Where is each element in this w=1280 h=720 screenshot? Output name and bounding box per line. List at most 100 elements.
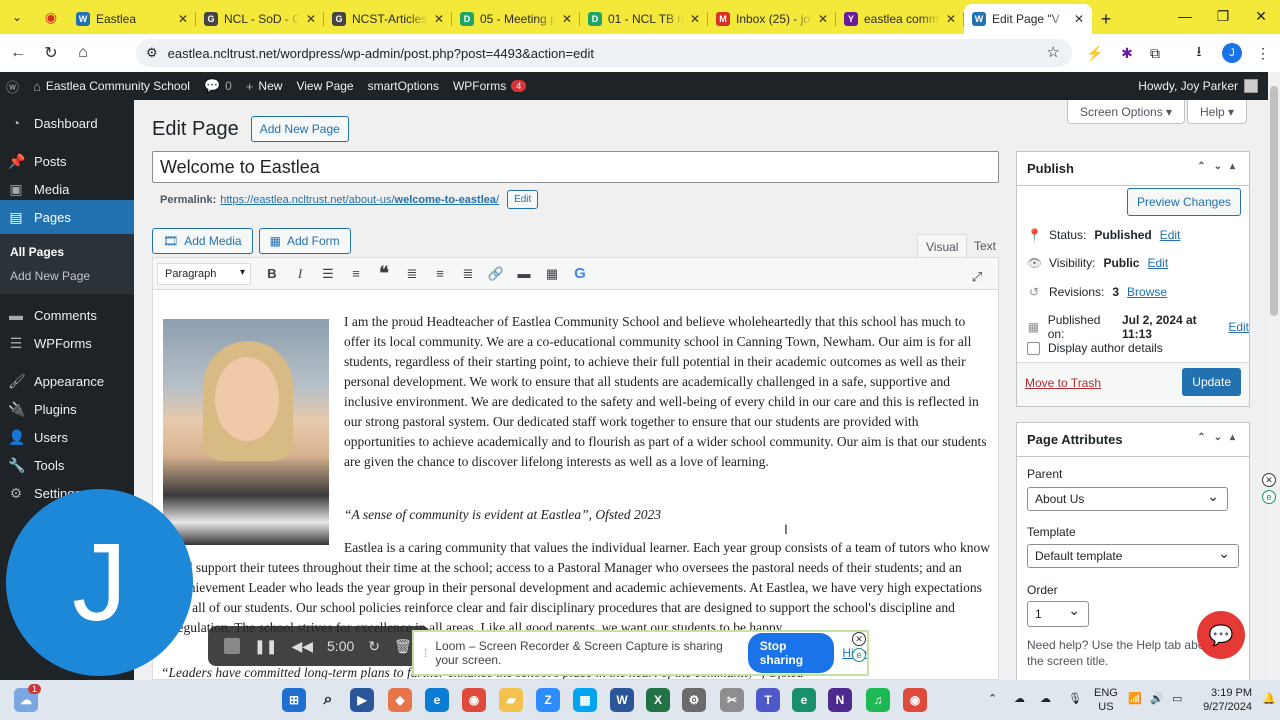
permalink-edit-button[interactable]: Edit	[507, 190, 539, 209]
content-editor[interactable]: Paragraph B I ☰ ≡ ❝ ≣ ≡ ≣ 🔗 ▬ ▦ G ⤢ I am…	[152, 257, 999, 680]
update-button[interactable]: Update	[1182, 368, 1241, 396]
move-to-trash-link[interactable]: Move to Trash	[1025, 376, 1101, 390]
permalink-link[interactable]: https://eastlea.ncltrust.net/about-us/we…	[220, 194, 499, 206]
settings-icon[interactable]: ⚙	[682, 688, 706, 712]
browser-tab[interactable]: Yeastlea commu ✕	[836, 4, 964, 34]
profile-avatar[interactable]: J	[1222, 43, 1242, 63]
loom-icon[interactable]: e	[1262, 490, 1276, 504]
browser-tab[interactable]: G NCL - SoD - Go ✕	[196, 4, 324, 34]
status-edit-link[interactable]: Edit	[1160, 228, 1181, 242]
browser-tab[interactable]: W Edit Page "V ✕	[964, 4, 1092, 34]
wordpress-logo-icon[interactable]: ⓦ	[6, 77, 19, 96]
zoom-icon[interactable]: Z	[536, 688, 560, 712]
comments-link[interactable]: 💬 0	[204, 78, 232, 94]
page-scrollbar[interactable]	[1268, 72, 1280, 680]
site-name-link[interactable]: ⌂ Eastlea Community School	[33, 79, 190, 94]
notifications-icon[interactable]: 🔔	[1262, 692, 1276, 706]
delete-icon[interactable]: 🗑	[394, 638, 412, 655]
wpforms-link[interactable]: WPForms 4	[453, 79, 527, 93]
add-form-button[interactable]: ▦ Add Form	[258, 228, 351, 254]
teams-icon[interactable]: ▶	[350, 688, 374, 712]
extension-icon[interactable]: ⚡	[1084, 42, 1106, 64]
smart-options-link[interactable]: smartOptions	[368, 79, 439, 93]
tab-close-icon[interactable]: ✕	[818, 12, 828, 26]
copilot-icon[interactable]: ◆	[388, 688, 412, 712]
excel-icon[interactable]: X	[646, 688, 670, 712]
download-icon[interactable]: ⭳	[1188, 42, 1210, 64]
close-icon[interactable]: ✕	[1262, 473, 1276, 487]
start-icon[interactable]: ⊞	[282, 688, 306, 712]
tab-close-icon[interactable]: ✕	[946, 12, 956, 26]
browser-tab[interactable]: W Eastlea ✕	[68, 4, 196, 34]
toolbar-toggle-icon[interactable]: ▦	[539, 261, 565, 287]
teams-app-icon[interactable]: T	[756, 688, 780, 712]
sidebar-item-wpforms[interactable]: ☰ WPForms	[0, 326, 134, 360]
pause-icon[interactable]: ❚❚	[254, 638, 277, 655]
format-select[interactable]: Paragraph	[157, 262, 251, 285]
onenote-icon[interactable]: N	[828, 688, 852, 712]
chrome-icon[interactable]: ◉	[462, 688, 486, 712]
restart-icon[interactable]: ↻	[368, 638, 380, 655]
file-explorer-icon[interactable]: ▰	[499, 688, 523, 712]
extension-badge-icon[interactable]: ✱	[1116, 42, 1138, 64]
tab-close-icon[interactable]: ✕	[1074, 12, 1084, 26]
box-controls-icon[interactable]: ⌃⌄▴	[1197, 161, 1243, 172]
snipping-tool-icon[interactable]: ✂	[720, 688, 744, 712]
rewind-icon[interactable]: ◀◀	[291, 638, 313, 655]
account-menu[interactable]: Howdy, Joy Parker	[1138, 79, 1258, 93]
microphone-icon[interactable]: 🎙	[1068, 692, 1082, 706]
extensions-puzzle-icon[interactable]: ⧉	[1144, 42, 1166, 64]
tab-close-icon[interactable]: ✕	[562, 12, 572, 26]
add-new-page-button[interactable]: Add New Page	[250, 116, 349, 142]
google-icon[interactable]: G	[567, 261, 593, 287]
box-controls-icon[interactable]: ⌃⌄▴	[1197, 432, 1243, 443]
show-hidden-icons-icon[interactable]: ⌃	[988, 692, 997, 706]
add-media-button[interactable]: 🎞 Add Media	[152, 228, 253, 254]
sidebar-item-all-pages[interactable]: All Pages	[0, 240, 134, 264]
loom-camera-bubble[interactable]: J	[6, 489, 193, 676]
cloud-sync-icon[interactable]: ☁	[1040, 692, 1051, 706]
read-more-icon[interactable]: ▬	[511, 261, 537, 287]
editor-content[interactable]: I am the proud Headteacher of Eastlea Co…	[153, 290, 998, 679]
bullet-list-icon[interactable]: ☰	[315, 261, 341, 287]
browser-tab[interactable]: G NCST-Articles-c ✕	[324, 4, 452, 34]
store-icon[interactable]: ▦	[573, 688, 597, 712]
language-indicator[interactable]: ENG US	[1094, 686, 1118, 714]
reload-icon[interactable]: ↻	[35, 37, 67, 69]
screen-options-button[interactable]: Screen Options ▾	[1067, 100, 1186, 124]
close-icon[interactable]: ✕	[852, 632, 866, 646]
blockquote-icon[interactable]: ❝	[371, 261, 397, 287]
help-button[interactable]: Help ▾	[1187, 100, 1248, 124]
visibility-edit-link[interactable]: Edit	[1147, 256, 1168, 270]
loom-app-icon[interactable]: e	[792, 688, 816, 712]
minimize-icon[interactable]: —	[1166, 0, 1204, 32]
spotify-icon[interactable]: ♫	[866, 688, 890, 712]
browse-revisions-link[interactable]: Browse	[1127, 285, 1167, 299]
browser-menu-icon[interactable]: ⋮	[1252, 42, 1274, 64]
chat-icon[interactable]: 💬	[1197, 611, 1245, 659]
browser-tab[interactable]: D 05 - Meeting p ✕	[452, 4, 580, 34]
battery-icon[interactable]: ▭	[1172, 692, 1182, 706]
loom-icon[interactable]: e	[852, 648, 866, 662]
back-icon[interactable]: ←	[2, 37, 34, 69]
date-edit-link[interactable]: Edit	[1228, 320, 1249, 334]
align-center-icon[interactable]: ≡	[427, 261, 453, 287]
align-right-icon[interactable]: ≣	[455, 261, 481, 287]
stop-sharing-button[interactable]: Stop sharing	[747, 633, 835, 673]
chrome-active-icon[interactable]: ◉	[903, 688, 927, 712]
align-left-icon[interactable]: ≣	[399, 261, 425, 287]
close-window-icon[interactable]: ✕	[1242, 0, 1280, 32]
tab-close-icon[interactable]: ✕	[178, 12, 188, 26]
post-title-input[interactable]: Welcome to Eastlea	[152, 151, 999, 183]
tab-visual[interactable]: Visual	[917, 234, 968, 259]
home-icon[interactable]: ⌂	[67, 37, 99, 69]
new-content-link[interactable]: + New	[246, 79, 283, 94]
wifi-icon[interactable]: 📶	[1128, 692, 1142, 706]
author-details-checkbox[interactable]	[1027, 341, 1040, 355]
browser-tab[interactable]: M Inbox (25) - joy ✕	[708, 4, 836, 34]
italic-icon[interactable]: I	[287, 261, 313, 287]
order-input[interactable]: 1	[1027, 601, 1089, 627]
word-icon[interactable]: W	[610, 688, 634, 712]
site-info-icon[interactable]: ⚙	[146, 45, 158, 61]
bold-icon[interactable]: B	[259, 261, 285, 287]
